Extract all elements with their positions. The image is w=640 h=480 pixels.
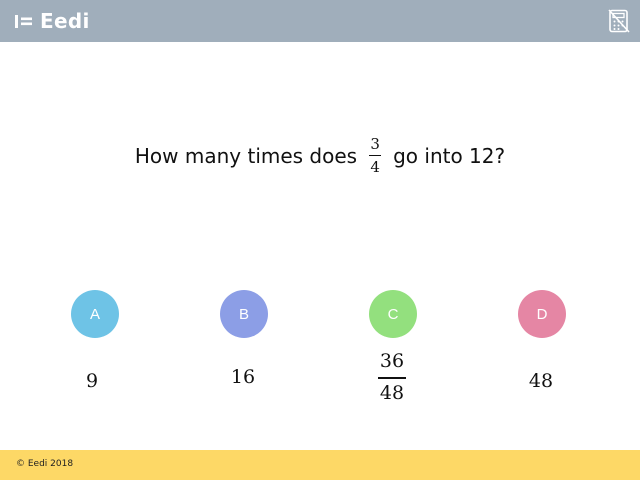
option-c-answer: 36 48 <box>352 352 432 403</box>
question-slide: Eedi How many times does 3 4 go into 12?… <box>0 0 640 480</box>
option-a-letter: A <box>89 305 100 323</box>
option-b-letter: B <box>238 305 249 323</box>
question-text-after: go into 12? <box>393 144 506 168</box>
option-c-answer-numerator: 36 <box>379 350 405 372</box>
option-c-badge[interactable]: C <box>369 290 417 338</box>
question-fraction-denominator: 4 <box>370 158 380 176</box>
option-a-answer: 9 <box>85 370 99 392</box>
question-text-before: How many times does <box>134 144 358 168</box>
option-b-answer: 16 <box>230 366 256 388</box>
header-bar: Eedi <box>0 0 640 42</box>
option-c-letter: C <box>387 305 399 323</box>
footer-bar: © Eedi 2018 <box>0 450 640 480</box>
option-d-badge[interactable]: D <box>518 290 566 338</box>
question-text: How many times does 3 4 go into 12? <box>0 128 640 184</box>
option-b-badge[interactable]: B <box>220 290 268 338</box>
option-c-answer-denominator: 48 <box>379 381 405 404</box>
option-a-badge[interactable]: A <box>71 290 119 338</box>
eedi-logo-mark-icon <box>14 13 34 29</box>
question-fraction: 3 4 <box>369 135 382 176</box>
copyright-text: © Eedi 2018 <box>16 459 74 469</box>
question-fraction-numerator: 3 <box>370 135 380 153</box>
eedi-logo: Eedi <box>14 8 90 34</box>
option-d-letter: D <box>536 305 548 323</box>
calculator-crossed-icon <box>608 9 630 33</box>
option-d-answer: 48 <box>528 370 554 392</box>
fraction-bar <box>378 377 406 379</box>
logo-text: Eedi <box>40 9 90 33</box>
